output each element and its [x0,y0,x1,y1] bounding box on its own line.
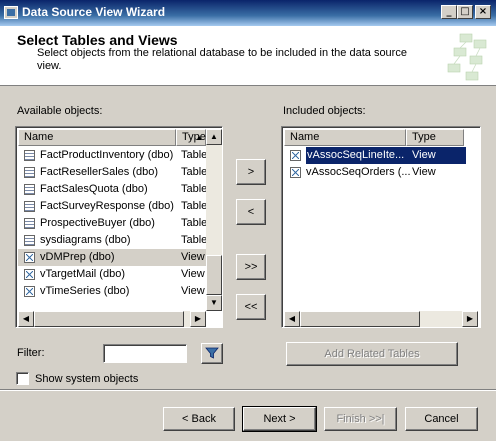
available-vertical-scrollbar[interactable]: ▲ ▼ [206,129,222,311]
list-item-selected[interactable]: vAssocSeqLineIte... View [284,147,466,164]
list-item[interactable]: vTargetMail (dbo) View [18,266,207,283]
wizard-header: Select Tables and Views Select objects f… [0,26,496,86]
list-item[interactable]: sysdiagrams (dbo) Table [18,232,207,249]
included-objects-label: Included objects: [283,105,366,117]
view-icon [24,252,35,263]
next-button[interactable]: Next > [242,406,317,432]
filter-funnel-icon [205,347,219,359]
list-item[interactable]: vTimeSeries (dbo) View [18,283,207,300]
wizard-app-icon [4,6,18,19]
included-type-column-header[interactable]: Type [406,129,464,146]
available-name-column-header[interactable]: Name [18,129,176,146]
wizard-footer: < Back Next > Finish >>| Cancel [0,389,496,441]
remove-selected-button[interactable]: < [236,199,266,225]
minimize-button[interactable]: _ [441,5,457,19]
filter-button[interactable] [201,343,223,364]
available-horizontal-scrollbar[interactable]: ◀ ▶ [18,311,206,327]
table-icon [24,201,35,212]
view-icon [24,269,35,280]
filter-input[interactable] [103,344,187,363]
page-subtitle: Select objects from the relational datab… [37,47,407,72]
filter-label: Filter: [17,347,45,359]
table-icon [24,167,35,178]
table-icon [24,184,35,195]
remove-all-button[interactable]: << [236,294,266,320]
sort-ascending-icon: ▲ [195,133,203,142]
close-button[interactable]: × [475,5,491,19]
table-icon [24,218,35,229]
list-item[interactable]: vAssocSeqOrders (... View [284,164,466,181]
included-objects-list[interactable]: Name Type vAssocSeqLineIte... View vAssoc… [281,126,481,328]
add-all-button[interactable]: >> [236,254,266,280]
scroll-thumb[interactable] [34,311,184,327]
list-item[interactable]: FactProductInventory (dbo) Table [18,147,207,164]
table-icon [24,150,35,161]
available-objects-list[interactable]: Name Type ▲ FactProductInventory (dbo) Tab… [15,126,223,328]
view-icon [290,150,301,161]
included-name-column-header[interactable]: Name [284,129,406,146]
finish-button[interactable]: Finish >>| [324,407,397,431]
scroll-thumb[interactable] [300,311,420,327]
scroll-left-icon[interactable]: ◀ [284,311,300,327]
list-item[interactable]: ProspectiveBuyer (dbo) Table [18,215,207,232]
scroll-left-icon[interactable]: ◀ [18,311,34,327]
header-decorative-graphic [447,33,487,81]
available-type-column-header[interactable]: Type ▲ [176,129,206,146]
scroll-right-icon[interactable]: ▶ [462,311,478,327]
back-button[interactable]: < Back [163,407,235,431]
view-icon [290,167,301,178]
scroll-up-icon[interactable]: ▲ [206,129,222,145]
cancel-button[interactable]: Cancel [405,407,478,431]
maximize-button[interactable]: □ [457,5,473,19]
available-objects-label: Available objects: [17,105,103,117]
title-bar: Data Source View Wizard _ □ × [0,0,496,26]
add-related-tables-button[interactable]: Add Related Tables [286,342,458,366]
scroll-right-icon[interactable]: ▶ [190,311,206,327]
add-selected-button[interactable]: > [236,159,266,185]
view-icon [24,286,35,297]
list-item[interactable]: FactSurveyResponse (dbo) Table [18,198,207,215]
included-horizontal-scrollbar[interactable]: ◀ ▶ [284,311,478,327]
page-title: Select Tables and Views [17,32,178,48]
list-item-selected[interactable]: vDMPrep (dbo) View [18,249,207,266]
show-system-objects-label: Show system objects [35,373,139,385]
list-item[interactable]: FactSalesQuota (dbo) Table [18,181,207,198]
scroll-down-icon[interactable]: ▼ [206,295,222,311]
list-item[interactable]: FactResellerSales (dbo) Table [18,164,207,181]
show-system-objects-checkbox[interactable] [16,372,29,385]
scroll-thumb[interactable] [206,255,222,295]
wizard-body: Available objects: Included objects: Nam… [0,86,496,389]
window-title: Data Source View Wizard [22,5,166,19]
table-icon [24,235,35,246]
